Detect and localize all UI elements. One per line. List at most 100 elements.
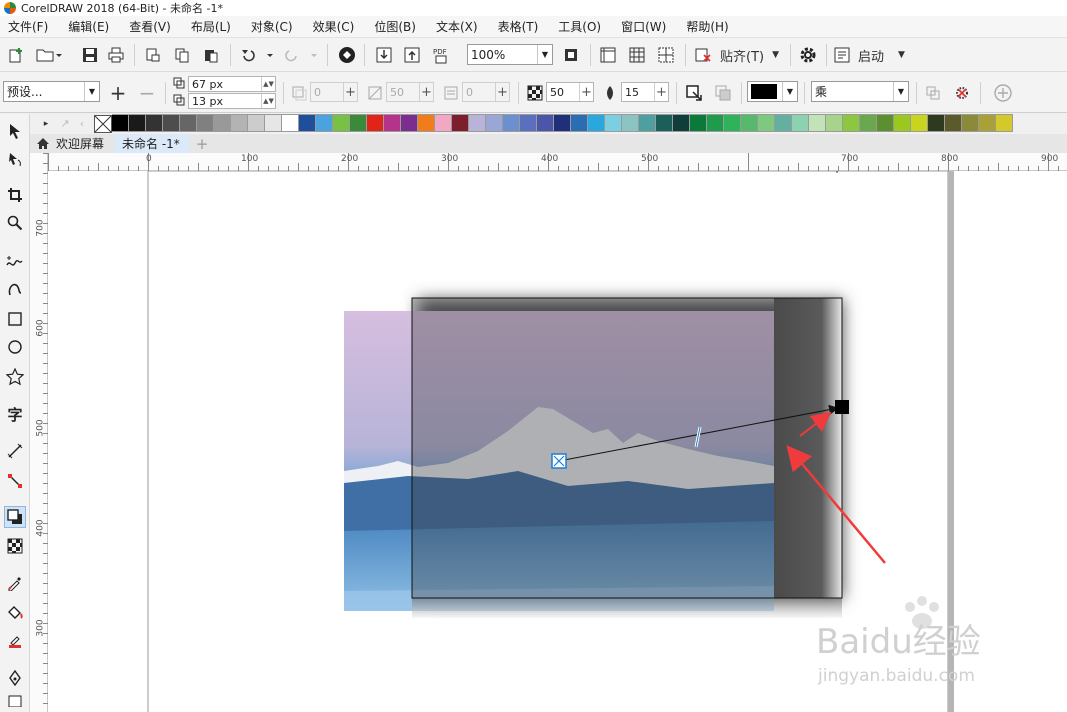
publish-pdf-icon[interactable]: PDF <box>430 43 454 67</box>
menu-window[interactable]: 窗口(W) <box>621 18 666 35</box>
outline-pen-tool-icon[interactable] <box>4 667 26 689</box>
palette-swatch[interactable] <box>554 114 571 132</box>
palette-swatch[interactable] <box>112 114 129 132</box>
palette-swatch[interactable] <box>622 114 639 132</box>
palette-swatch[interactable] <box>452 114 469 132</box>
palette-swatch[interactable] <box>775 114 792 132</box>
shape-tool-icon[interactable] <box>4 148 26 170</box>
drawing-canvas[interactable]: Baidu经验 jingyan.baidu.com <box>48 171 1067 712</box>
palette-swatch[interactable] <box>146 114 163 132</box>
palette-swatch[interactable] <box>197 114 214 132</box>
palette-swatch[interactable] <box>571 114 588 132</box>
preset-select[interactable]: 预设... ▼ <box>3 81 100 102</box>
palette-swatch[interactable] <box>724 114 741 132</box>
palette-swatch[interactable] <box>384 114 401 132</box>
shadow-height-input[interactable]: 13 px ▲▼ <box>188 93 276 109</box>
menu-bitmaps[interactable]: 位图(B) <box>374 18 416 35</box>
palette-swatch[interactable] <box>248 114 265 132</box>
palette-swatch[interactable] <box>231 114 248 132</box>
palette-swatch[interactable] <box>129 114 146 132</box>
spin-stepper-icon[interactable]: ▲▼ <box>261 77 275 91</box>
copy-shadow-properties-icon[interactable] <box>922 81 944 105</box>
palette-swatch[interactable] <box>588 114 605 132</box>
palette-swatch[interactable] <box>605 114 622 132</box>
menu-tools[interactable]: 工具(O) <box>558 18 601 35</box>
shadow-feather-input[interactable]: 15 + <box>621 82 669 102</box>
palette-swatch[interactable] <box>758 114 775 132</box>
palette-swatch[interactable] <box>350 114 367 132</box>
palette-swatch[interactable] <box>707 114 724 132</box>
palette-swatch[interactable] <box>418 114 435 132</box>
horizontal-ruler[interactable]: 0 100 200 300 400 500 700 800 900 <box>48 153 1067 171</box>
palette-swatch[interactable] <box>367 114 384 132</box>
palette-swatch[interactable] <box>656 114 673 132</box>
palette-swatch[interactable] <box>877 114 894 132</box>
open-folder-icon[interactable] <box>34 43 64 67</box>
import-icon[interactable] <box>143 43 163 67</box>
menu-help[interactable]: 帮助(H) <box>686 18 728 35</box>
palette-swatch[interactable] <box>741 114 758 132</box>
shadow-color-picker[interactable]: ▼ <box>747 81 798 102</box>
shadow-opacity-input[interactable]: 50 + <box>546 82 594 102</box>
shadow-angle-input[interactable]: 0 + <box>310 82 358 102</box>
feather-edges-icon[interactable] <box>712 81 734 105</box>
pick-tool-icon[interactable] <box>4 120 26 142</box>
eyedropper-tool-icon[interactable] <box>4 572 26 594</box>
merge-mode-select[interactable]: 乘 ▼ <box>811 81 909 102</box>
plus-icon[interactable]: + <box>343 83 357 101</box>
palette-swatch[interactable] <box>945 114 962 132</box>
tab-welcome[interactable]: 欢迎屏幕 <box>30 134 114 153</box>
new-document-icon[interactable] <box>5 43 27 67</box>
new-tab-button[interactable]: + <box>190 134 215 153</box>
add-circle-icon[interactable] <box>992 81 1014 105</box>
smart-fill-tool-icon[interactable] <box>4 630 26 652</box>
menu-effects[interactable]: 效果(C) <box>313 18 355 35</box>
shadow-fade-input[interactable]: 0 + <box>462 82 510 102</box>
palette-swatch[interactable] <box>843 114 860 132</box>
palette-swatch[interactable] <box>299 114 316 132</box>
plus-icon[interactable]: + <box>579 83 593 101</box>
palette-swatch[interactable] <box>894 114 911 132</box>
shadow-end-handle[interactable] <box>835 400 849 414</box>
palette-swatch[interactable] <box>163 114 180 132</box>
palette-swatch[interactable] <box>690 114 707 132</box>
palette-swatch[interactable] <box>265 114 282 132</box>
full-screen-icon[interactable] <box>560 43 582 67</box>
launch-dropdown[interactable]: 启动 ▼ <box>834 43 914 67</box>
plus-icon[interactable]: + <box>495 83 509 101</box>
save-icon[interactable] <box>80 43 100 67</box>
palette-swatch[interactable] <box>214 114 231 132</box>
polygon-star-tool-icon[interactable] <box>4 366 26 388</box>
palette-swatch[interactable] <box>537 114 554 132</box>
text-tool-icon[interactable]: 字 <box>4 403 26 425</box>
snap-to-dropdown[interactable]: 贴齐(T) ▼ <box>720 43 782 67</box>
snap-off-icon[interactable] <box>692 43 714 67</box>
dimension-tool-icon[interactable] <box>4 440 26 462</box>
palette-swatch[interactable] <box>860 114 877 132</box>
zoom-level-select[interactable]: 100% ▼ <box>467 44 553 65</box>
show-grid-icon[interactable] <box>626 43 648 67</box>
palette-swatch[interactable] <box>979 114 996 132</box>
feather-direction-icon[interactable] <box>683 81 705 105</box>
palette-scroll-left-icon[interactable]: ▸ <box>40 114 52 133</box>
palette-swatch[interactable] <box>809 114 826 132</box>
document-tool-icon[interactable] <box>4 694 26 708</box>
show-guidelines-icon[interactable] <box>655 43 677 67</box>
rectangle-tool-icon[interactable] <box>4 308 26 330</box>
menu-edit[interactable]: 编辑(E) <box>68 18 109 35</box>
palette-eyedropper-icon[interactable]: ↗ <box>58 114 72 133</box>
menu-layout[interactable]: 布局(L) <box>191 18 231 35</box>
palette-chevron-left-icon[interactable]: ‹ <box>76 114 88 133</box>
plus-icon[interactable]: + <box>419 83 433 101</box>
undo-icon[interactable] <box>238 43 274 67</box>
palette-swatch[interactable] <box>435 114 452 132</box>
palette-swatch[interactable] <box>520 114 537 132</box>
copy-icon[interactable] <box>172 43 192 67</box>
menu-text[interactable]: 文本(X) <box>436 18 478 35</box>
artistic-media-tool-icon[interactable] <box>4 278 26 300</box>
palette-swatch[interactable] <box>928 114 945 132</box>
gear-icon[interactable] <box>797 43 819 67</box>
menu-table[interactable]: 表格(T) <box>498 18 539 35</box>
menu-object[interactable]: 对象(C) <box>251 18 293 35</box>
crop-tool-icon[interactable] <box>4 184 26 206</box>
